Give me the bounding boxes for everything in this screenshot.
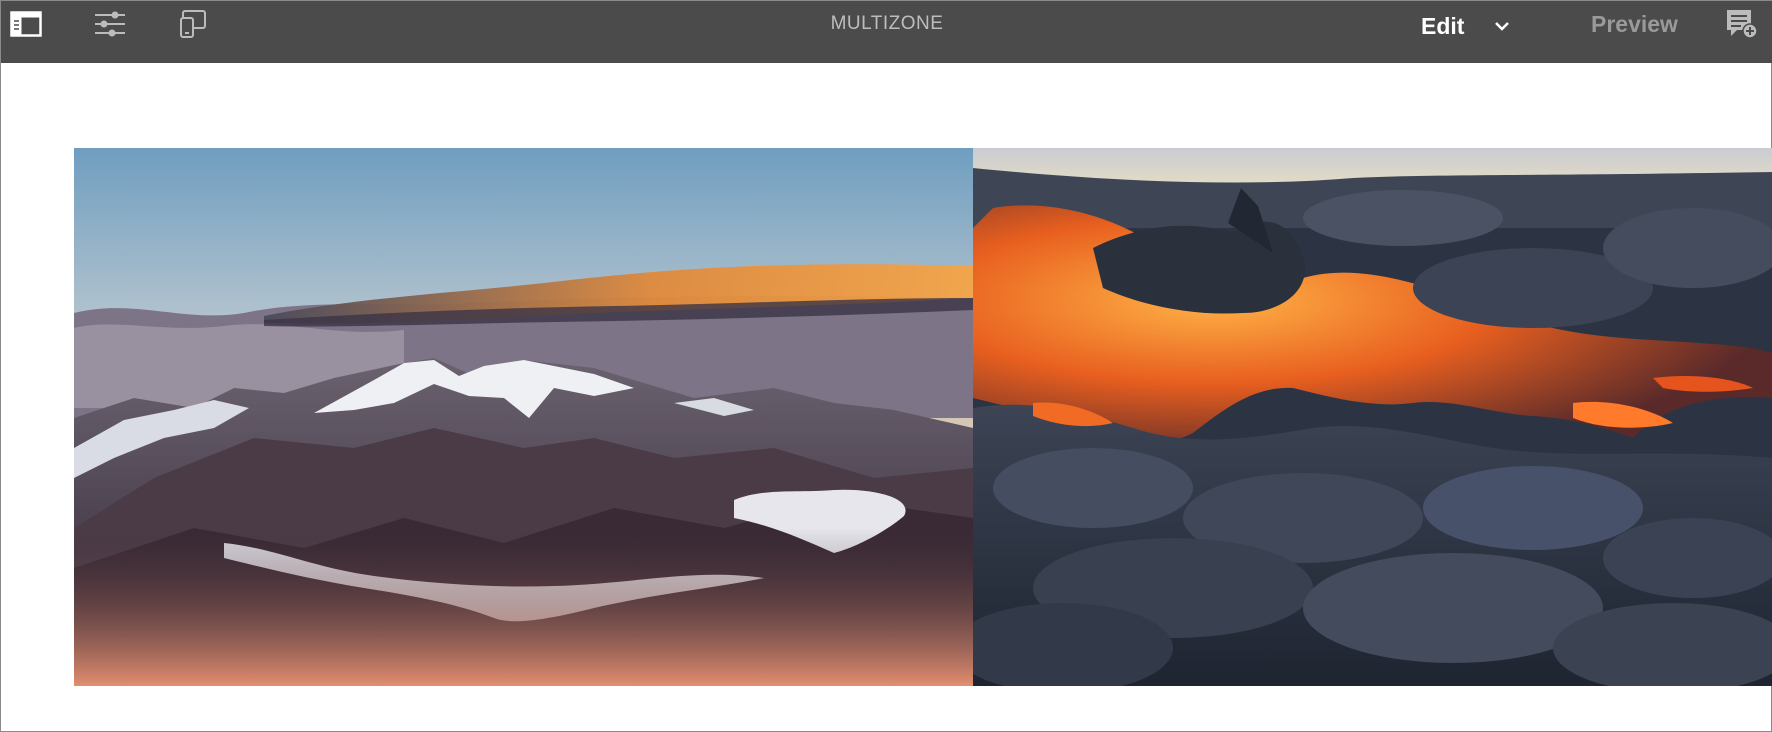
mode-label: Edit bbox=[1421, 12, 1465, 39]
preview-button[interactable]: Preview bbox=[1591, 11, 1678, 38]
multizone-container bbox=[74, 148, 1772, 686]
editor-frame: MULTIZONE Edit Preview bbox=[0, 0, 1772, 732]
mountain-image[interactable] bbox=[74, 148, 973, 686]
lava-image[interactable] bbox=[973, 148, 1772, 686]
annotate-button[interactable] bbox=[1719, 1, 1765, 51]
editor-toolbar: MULTIZONE Edit Preview bbox=[1, 1, 1772, 63]
chevron-down-icon bbox=[1494, 20, 1510, 32]
annotation-add-icon bbox=[1725, 8, 1759, 45]
mode-selector[interactable]: Edit bbox=[1421, 9, 1510, 43]
